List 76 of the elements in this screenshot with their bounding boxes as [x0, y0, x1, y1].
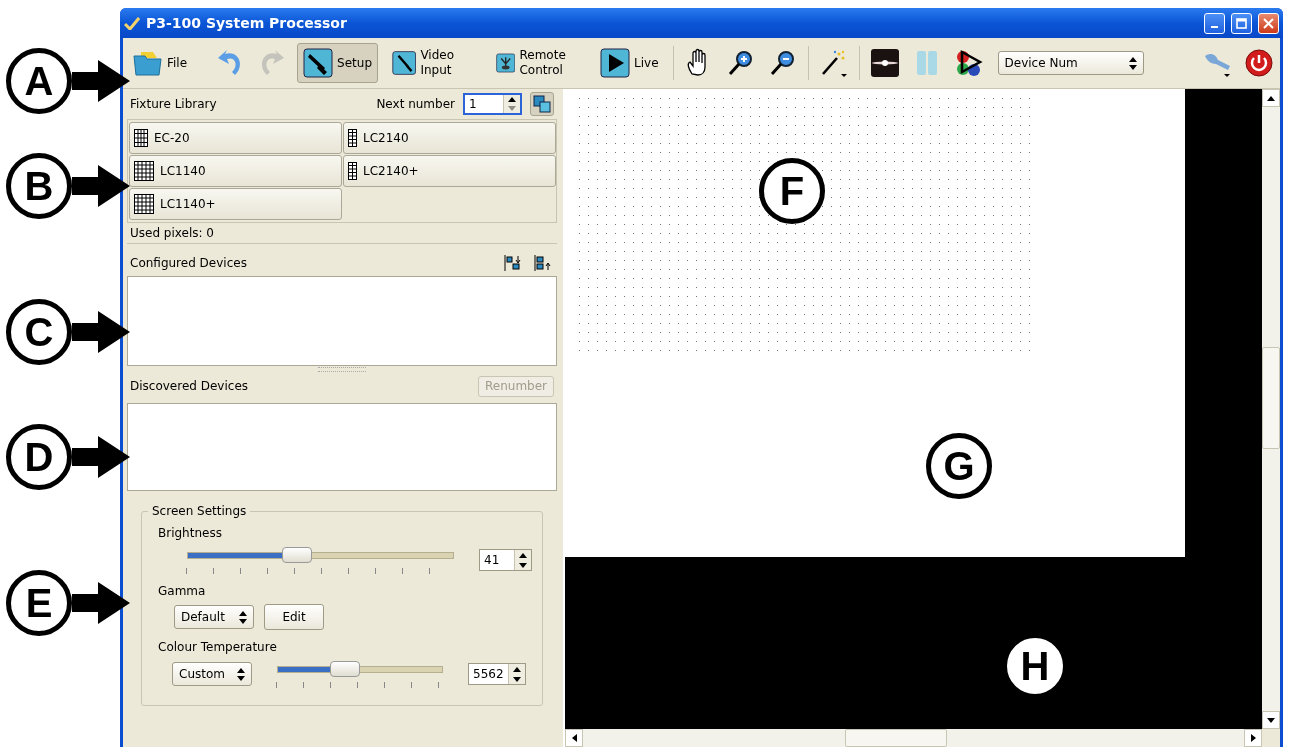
folder-icon: [133, 50, 163, 76]
group-title: Screen Settings: [148, 504, 251, 518]
copy-button[interactable]: [530, 92, 554, 116]
fixture-button[interactable]: LC1140+: [129, 188, 342, 220]
mode-tab[interactable]: Video Input: [386, 43, 483, 83]
field-label: Brightness: [158, 526, 223, 540]
fixture-button[interactable]: EC-20: [129, 122, 342, 154]
section-title: Discovered Devices: [130, 379, 249, 393]
fixture-button[interactable]: LC2140+: [343, 155, 556, 187]
sort-up-icon: [534, 255, 552, 271]
scroll-down-button[interactable]: [1262, 711, 1280, 729]
mode-icon: [392, 48, 417, 78]
stacked-squares-icon: [533, 95, 551, 113]
callout-label: A: [6, 48, 72, 114]
scroll-up-button[interactable]: [1262, 89, 1280, 107]
slider-thumb[interactable]: [330, 661, 361, 677]
window-title: P3-100 System Processor: [146, 15, 348, 31]
close-icon: [1263, 17, 1274, 29]
grid-icon: [348, 162, 357, 180]
up-down-arrows-icon: [1128, 55, 1137, 71]
power-button[interactable]: [1242, 46, 1276, 80]
maximize-icon: [1236, 17, 1247, 29]
gamma-select[interactable]: Default: [174, 605, 254, 629]
canvas-view[interactable]: [565, 89, 1262, 729]
mode-tab[interactable]: Live: [594, 43, 665, 83]
mode-tab[interactable]: Setup: [297, 43, 379, 83]
power-icon: [1244, 48, 1274, 78]
field-label: Gamma: [158, 584, 207, 598]
fixture-button[interactable]: LC1140: [129, 155, 342, 187]
grid-icon: [134, 161, 154, 181]
minimize-button[interactable]: [1204, 12, 1225, 34]
scroll-thumb[interactable]: [1262, 347, 1280, 449]
slider-thumb[interactable]: [281, 547, 312, 563]
up-down-arrows-icon: [239, 609, 247, 625]
field-label: Colour Temperature: [158, 640, 278, 654]
close-button[interactable]: [1258, 12, 1279, 34]
callout-label: E: [6, 570, 72, 636]
section-title: Configured Devices: [130, 256, 247, 270]
maximize-button[interactable]: [1231, 12, 1252, 34]
vertical-scrollbar[interactable]: [1262, 89, 1280, 729]
scroll-left-button[interactable]: [565, 729, 583, 747]
pointer-arrow: [72, 311, 130, 353]
callout-label: C: [6, 299, 72, 365]
scroll-thumb[interactable]: [845, 729, 947, 747]
pointer-arrow: [72, 60, 130, 102]
status-text: Used pixels: 0: [127, 223, 557, 244]
callout-label: D: [6, 424, 72, 490]
grid-icon: [134, 194, 154, 214]
light-flare-icon: [869, 48, 900, 78]
grid-icon: [134, 129, 148, 147]
preset-select[interactable]: Custom: [172, 662, 252, 686]
spin-down-button[interactable]: [515, 560, 531, 570]
pointer-arrow: [72, 582, 130, 624]
horizontal-scrollbar[interactable]: [565, 729, 1262, 747]
mode-icon: [600, 48, 631, 78]
grid-icon: [348, 129, 357, 147]
fixture-button[interactable]: LC2140: [343, 122, 556, 154]
splitter-handle[interactable]: [318, 367, 366, 372]
view-select[interactable]: Device Num: [997, 51, 1144, 75]
scroll-right-button[interactable]: [1244, 729, 1262, 747]
edit-button[interactable]: Edit: [264, 604, 324, 630]
file-button[interactable]: File: [127, 43, 194, 83]
pointer-arrow: [72, 165, 130, 207]
spin-down-button[interactable]: [508, 674, 525, 684]
pointer-arrow: [72, 436, 130, 478]
field-label: Next number: [376, 97, 455, 111]
section-title: Fixture Library: [130, 97, 217, 111]
minimize-icon: [1211, 26, 1218, 28]
mode-tab[interactable]: Remote Control: [490, 43, 587, 83]
number-field[interactable]: 5562: [468, 663, 526, 685]
up-down-arrows-icon: [237, 666, 245, 682]
callout-label: B: [6, 153, 72, 219]
next-number-field[interactable]: 1: [463, 93, 522, 115]
sort-down-icon: [504, 255, 522, 271]
mode-icon: [303, 48, 334, 78]
number-field[interactable]: 41: [479, 549, 532, 571]
